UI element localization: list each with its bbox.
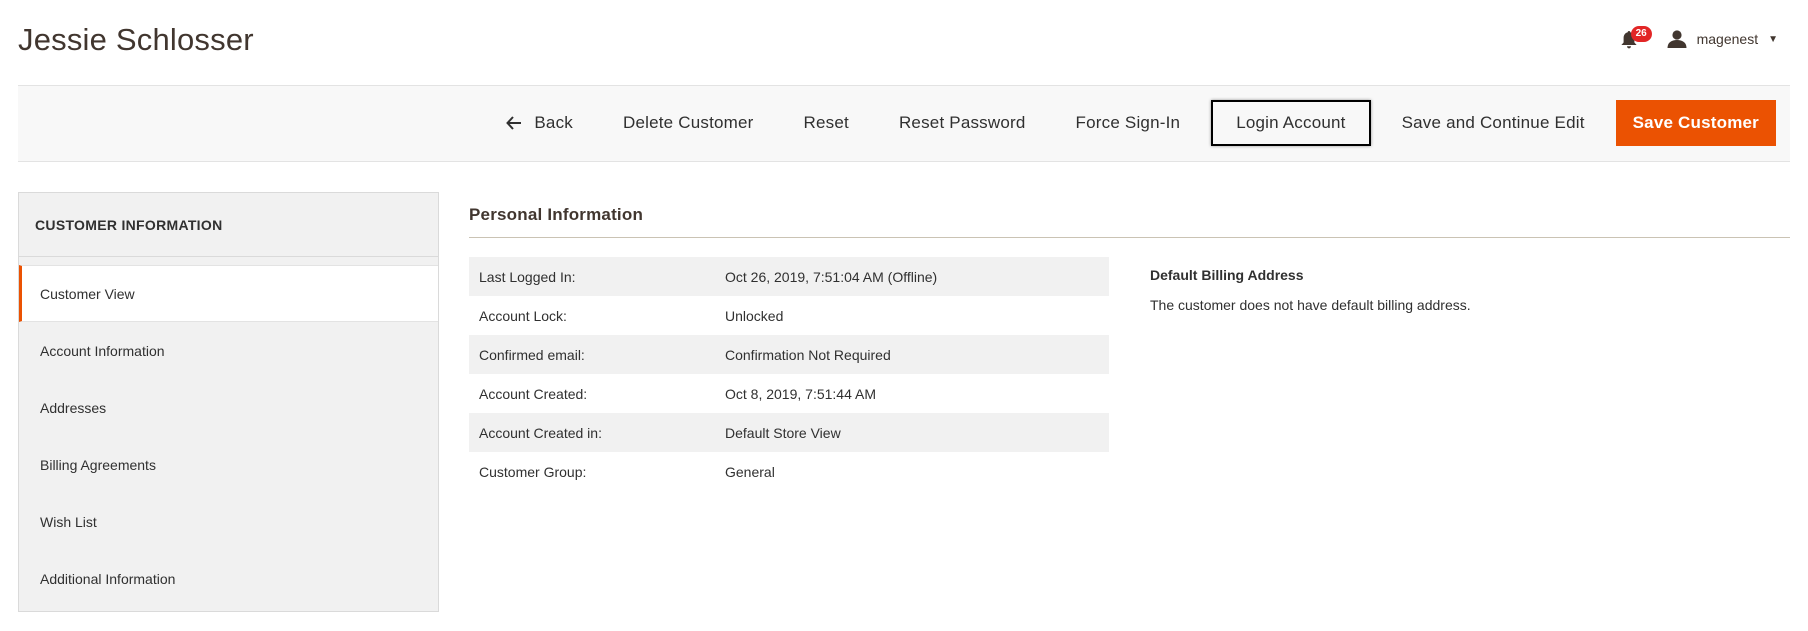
row-value: Oct 26, 2019, 7:51:04 AM (Offline) (725, 268, 938, 285)
save-customer-button[interactable]: Save Customer (1615, 100, 1776, 146)
row-value: Default Store View (725, 424, 841, 441)
row-label: Confirmed email: (479, 346, 585, 363)
table-row: Account Created in: Default Store View (469, 413, 1109, 452)
table-row: Confirmed email: Confirmation Not Requir… (469, 335, 1109, 374)
table-row: Account Created: Oct 8, 2019, 7:51:44 AM (469, 374, 1109, 413)
sidebar-item-additional-information[interactable]: Additional Information (19, 550, 438, 607)
force-signin-button[interactable]: Force Sign-In (1051, 100, 1206, 146)
delete-customer-button[interactable]: Delete Customer (598, 100, 779, 146)
username: magenest (1696, 31, 1759, 47)
page-actions-toolbar: Back Delete Customer Reset Reset Passwor… (18, 85, 1790, 162)
arrow-left-icon (506, 116, 522, 130)
row-label: Customer Group: (479, 463, 587, 480)
user-menu[interactable]: magenest ▼ (1667, 30, 1778, 48)
login-account-button[interactable]: Login Account (1211, 100, 1371, 146)
customer-info-sidebar: CUSTOMER INFORMATION Customer View Accou… (18, 192, 439, 612)
notifications-button[interactable]: 26 (1619, 26, 1652, 52)
sidebar-item-account-information[interactable]: Account Information (19, 322, 438, 379)
default-billing-address-title: Default Billing Address (1150, 267, 1304, 283)
back-label: Back (534, 113, 573, 132)
row-label: Account Created in: (479, 424, 602, 441)
row-value: Confirmation Not Required (725, 346, 891, 363)
table-row: Last Logged In: Oct 26, 2019, 7:51:04 AM… (469, 257, 1109, 296)
section-title: Personal Information (469, 205, 644, 224)
sidebar-title: CUSTOMER INFORMATION (19, 193, 438, 257)
sidebar-item-billing-agreements[interactable]: Billing Agreements (19, 436, 438, 493)
sidebar-item-customer-view[interactable]: Customer View (19, 265, 438, 322)
table-row: Customer Group: General (469, 452, 1109, 491)
page-title: Jessie Schlosser (18, 22, 254, 57)
reset-password-button[interactable]: Reset Password (874, 100, 1051, 146)
personal-info-table: Last Logged In: Oct 26, 2019, 7:51:04 AM… (469, 257, 1109, 491)
section-divider (469, 237, 1790, 238)
toolbar-actions: Back Delete Customer Reset Reset Passwor… (481, 100, 1776, 146)
chevron-down-icon: ▼ (1768, 33, 1778, 45)
row-label: Account Lock: (479, 307, 567, 324)
table-row: Account Lock: Unlocked (469, 296, 1109, 335)
reset-button[interactable]: Reset (779, 100, 874, 146)
admin-user-area: 26 magenest ▼ (1619, 26, 1778, 52)
row-label: Last Logged In: (479, 268, 576, 285)
save-and-continue-button[interactable]: Save and Continue Edit (1377, 100, 1610, 146)
user-icon (1667, 30, 1687, 48)
row-value: Unlocked (725, 307, 784, 324)
sidebar-item-addresses[interactable]: Addresses (19, 379, 438, 436)
sidebar-item-wish-list[interactable]: Wish List (19, 493, 438, 550)
row-label: Account Created: (479, 385, 588, 402)
customer-edit-page: Jessie Schlosser 26 magenest ▼ Back Dele… (0, 0, 1808, 631)
back-button[interactable]: Back (481, 100, 598, 146)
notification-count-badge: 26 (1630, 26, 1652, 42)
row-value: General (725, 463, 775, 480)
default-billing-address-text: The customer does not have default billi… (1150, 297, 1471, 313)
row-value: Oct 8, 2019, 7:51:44 AM (725, 385, 876, 402)
